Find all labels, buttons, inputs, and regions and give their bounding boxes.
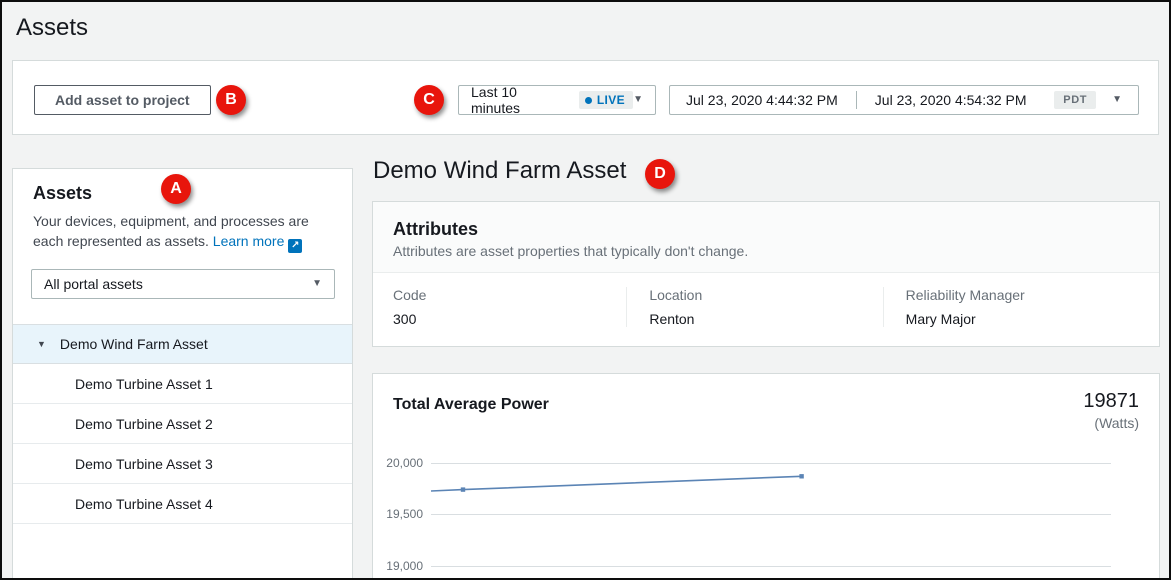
time-range-label: Last 10 minutes (471, 84, 569, 116)
attribute-item-code: Code 300 (393, 287, 626, 327)
sidebar-title: Assets (33, 183, 92, 204)
attribute-value: 300 (393, 311, 626, 327)
chart-title: Total Average Power (393, 396, 549, 414)
attribute-value: Renton (649, 311, 882, 327)
learn-more-link[interactable]: Learn more (213, 233, 285, 249)
attributes-subtitle: Attributes are asset properties that typ… (393, 243, 1139, 259)
sidebar-description: Your devices, equipment, and processes a… (33, 211, 335, 253)
power-line-chart[interactable] (431, 456, 1111, 580)
attribute-item-reliability-manager: Reliability Manager Mary Major (883, 287, 1139, 327)
chart-latest-value-block: 19871 (Watts) (1083, 390, 1139, 431)
attributes-body: Code 300 Location Renton Reliability Man… (373, 273, 1159, 343)
attribute-item-location: Location Renton (626, 287, 882, 327)
add-asset-to-project-button[interactable]: Add asset to project (34, 85, 211, 115)
live-dot-icon (585, 97, 592, 104)
tree-item-label: Demo Turbine Asset 3 (75, 456, 213, 472)
annotation-badge-c: C (414, 85, 444, 115)
attributes-panel: Attributes Attributes are asset properti… (372, 201, 1160, 347)
tree-item-label: Demo Wind Farm Asset (60, 336, 208, 352)
tree-item-label: Demo Turbine Asset 1 (75, 376, 213, 392)
attribute-value: Mary Major (906, 311, 1139, 327)
attributes-title: Attributes (393, 219, 1139, 240)
date-range-picker[interactable]: Jul 23, 2020 4:44:32 PM Jul 23, 2020 4:5… (669, 85, 1139, 115)
tree-item-demo-turbine-asset-2[interactable]: Demo Turbine Asset 2 (13, 404, 352, 444)
attribute-label: Location (649, 287, 882, 303)
live-status-badge: LIVE (579, 91, 633, 109)
y-axis-tick-label: 19,500 (373, 507, 423, 521)
chevron-down-icon: ▼ (312, 279, 322, 289)
date-range-start: Jul 23, 2020 4:44:32 PM (686, 92, 838, 108)
chevron-down-icon: ▼ (633, 95, 643, 105)
annotation-badge-d: D (645, 159, 675, 189)
y-axis-tick-label: 19,000 (373, 559, 423, 573)
asset-tree: ▼ Demo Wind Farm Asset Demo Turbine Asse… (13, 324, 352, 524)
portal-assets-selected-value: All portal assets (44, 276, 143, 292)
toolbar: Add asset to project B C Last 10 minutes… (12, 60, 1159, 135)
tree-item-demo-turbine-asset-1[interactable]: Demo Turbine Asset 1 (13, 364, 352, 404)
attribute-label: Code (393, 287, 626, 303)
chevron-down-icon: ▼ (1112, 95, 1122, 105)
live-badge-label: LIVE (597, 93, 625, 107)
annotation-badge-a: A (161, 174, 191, 204)
page-title: Assets (16, 14, 88, 42)
date-range-end: Jul 23, 2020 4:54:32 PM (875, 92, 1027, 108)
y-axis-tick-label: 20,000 (373, 456, 423, 470)
tree-item-label: Demo Turbine Asset 4 (75, 496, 213, 512)
total-average-power-chart-panel: Total Average Power 19871 (Watts) 20,000… (372, 373, 1160, 580)
portal-assets-select[interactable]: All portal assets ▼ (31, 269, 335, 299)
annotation-badge-b: B (216, 85, 246, 115)
tree-item-demo-wind-farm-asset[interactable]: ▼ Demo Wind Farm Asset (13, 324, 352, 364)
attributes-panel-header: Attributes Attributes are asset properti… (373, 202, 1159, 273)
assets-sidebar-panel: Assets A Your devices, equipment, and pr… (12, 168, 353, 580)
date-range-separator (856, 91, 857, 109)
selected-asset-title: Demo Wind Farm Asset (373, 157, 626, 185)
tree-item-label: Demo Turbine Asset 2 (75, 416, 213, 432)
tree-item-demo-turbine-asset-3[interactable]: Demo Turbine Asset 3 (13, 444, 352, 484)
chart-latest-value: 19871 (1083, 390, 1139, 413)
external-link-icon: ↗ (288, 239, 302, 253)
time-range-dropdown[interactable]: Last 10 minutes LIVE ▼ (458, 85, 656, 115)
attribute-label: Reliability Manager (906, 287, 1139, 303)
chart-unit-label: (Watts) (1083, 415, 1139, 431)
timezone-badge: PDT (1054, 91, 1096, 109)
tree-expand-caret-icon[interactable]: ▼ (37, 339, 46, 349)
app-window: Assets Add asset to project B C Last 10 … (0, 0, 1171, 580)
tree-item-demo-turbine-asset-4[interactable]: Demo Turbine Asset 4 (13, 484, 352, 524)
